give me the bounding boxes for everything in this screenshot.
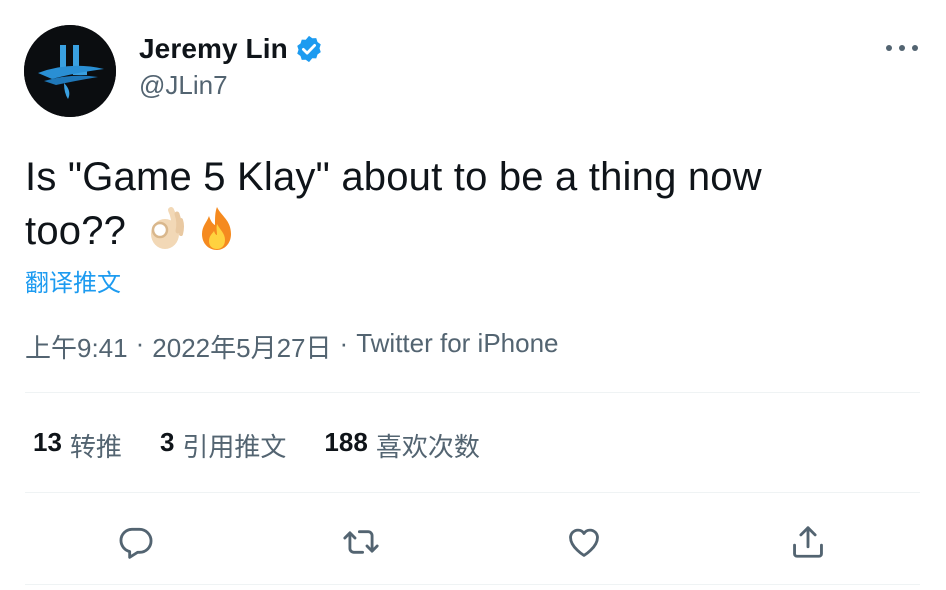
ok-hand-emoji-icon [141, 204, 189, 252]
retweet-button[interactable] [339, 520, 383, 564]
translate-tweet-link[interactable]: 翻译推文 [25, 263, 121, 298]
tweet-text: Is "Game 5 Klay" about to be a thing now… [25, 150, 905, 258]
jl-logo-icon [24, 25, 116, 117]
retweets-stat[interactable]: 13 转推 [33, 427, 122, 464]
quote-tweets-label: 引用推文 [182, 432, 287, 462]
author-display-name[interactable]: Jeremy Lin [139, 33, 288, 65]
tweet-stats: 13 转推 3 引用推文 188 喜欢次数 [33, 427, 518, 464]
tweet-date[interactable]: 2022年5月27日 [152, 328, 331, 365]
tweet-meta: 上午9:41 · 2022年5月27日 · Twitter for iPhone [25, 328, 559, 365]
tweet-source[interactable]: Twitter for iPhone [356, 328, 558, 365]
fire-emoji-icon [193, 204, 241, 252]
meta-separator: · [135, 328, 145, 358]
tweet-detail: Jeremy Lin @JLin7 Is "Game 5 Klay" about… [0, 0, 946, 590]
divider [25, 492, 920, 493]
divider [25, 584, 920, 585]
more-dot-icon [912, 45, 918, 51]
tweet-text-line-1: Is "Game 5 Klay" about to be a thing now [25, 155, 762, 199]
retweets-count: 13 [33, 427, 62, 457]
likes-count: 188 [324, 427, 368, 457]
more-options-button[interactable] [886, 34, 918, 62]
author-handle[interactable]: @JLin7 [139, 70, 228, 101]
reply-button[interactable] [114, 520, 158, 564]
more-dot-icon [899, 45, 905, 51]
retweets-label: 转推 [69, 432, 122, 462]
meta-separator: · [339, 328, 349, 358]
author-name-row[interactable]: Jeremy Lin [139, 32, 324, 66]
share-button[interactable] [786, 520, 830, 564]
quote-tweets-stat[interactable]: 3 引用推文 [160, 427, 286, 464]
avatar[interactable] [24, 25, 116, 117]
retweet-icon [343, 530, 379, 554]
tweet-time[interactable]: 上午9:41 [25, 328, 128, 365]
more-dot-icon [886, 45, 892, 51]
heart-icon [569, 528, 599, 557]
quote-tweets-count: 3 [159, 427, 175, 457]
like-button[interactable] [562, 520, 606, 564]
share-icon [793, 526, 823, 558]
likes-label: 喜欢次数 [375, 432, 480, 462]
reply-icon [119, 527, 153, 559]
likes-stat[interactable]: 188 喜欢次数 [324, 427, 479, 464]
verified-badge-icon [294, 34, 324, 64]
tweet-text-line-2: too?? [25, 209, 127, 253]
divider [25, 392, 920, 393]
